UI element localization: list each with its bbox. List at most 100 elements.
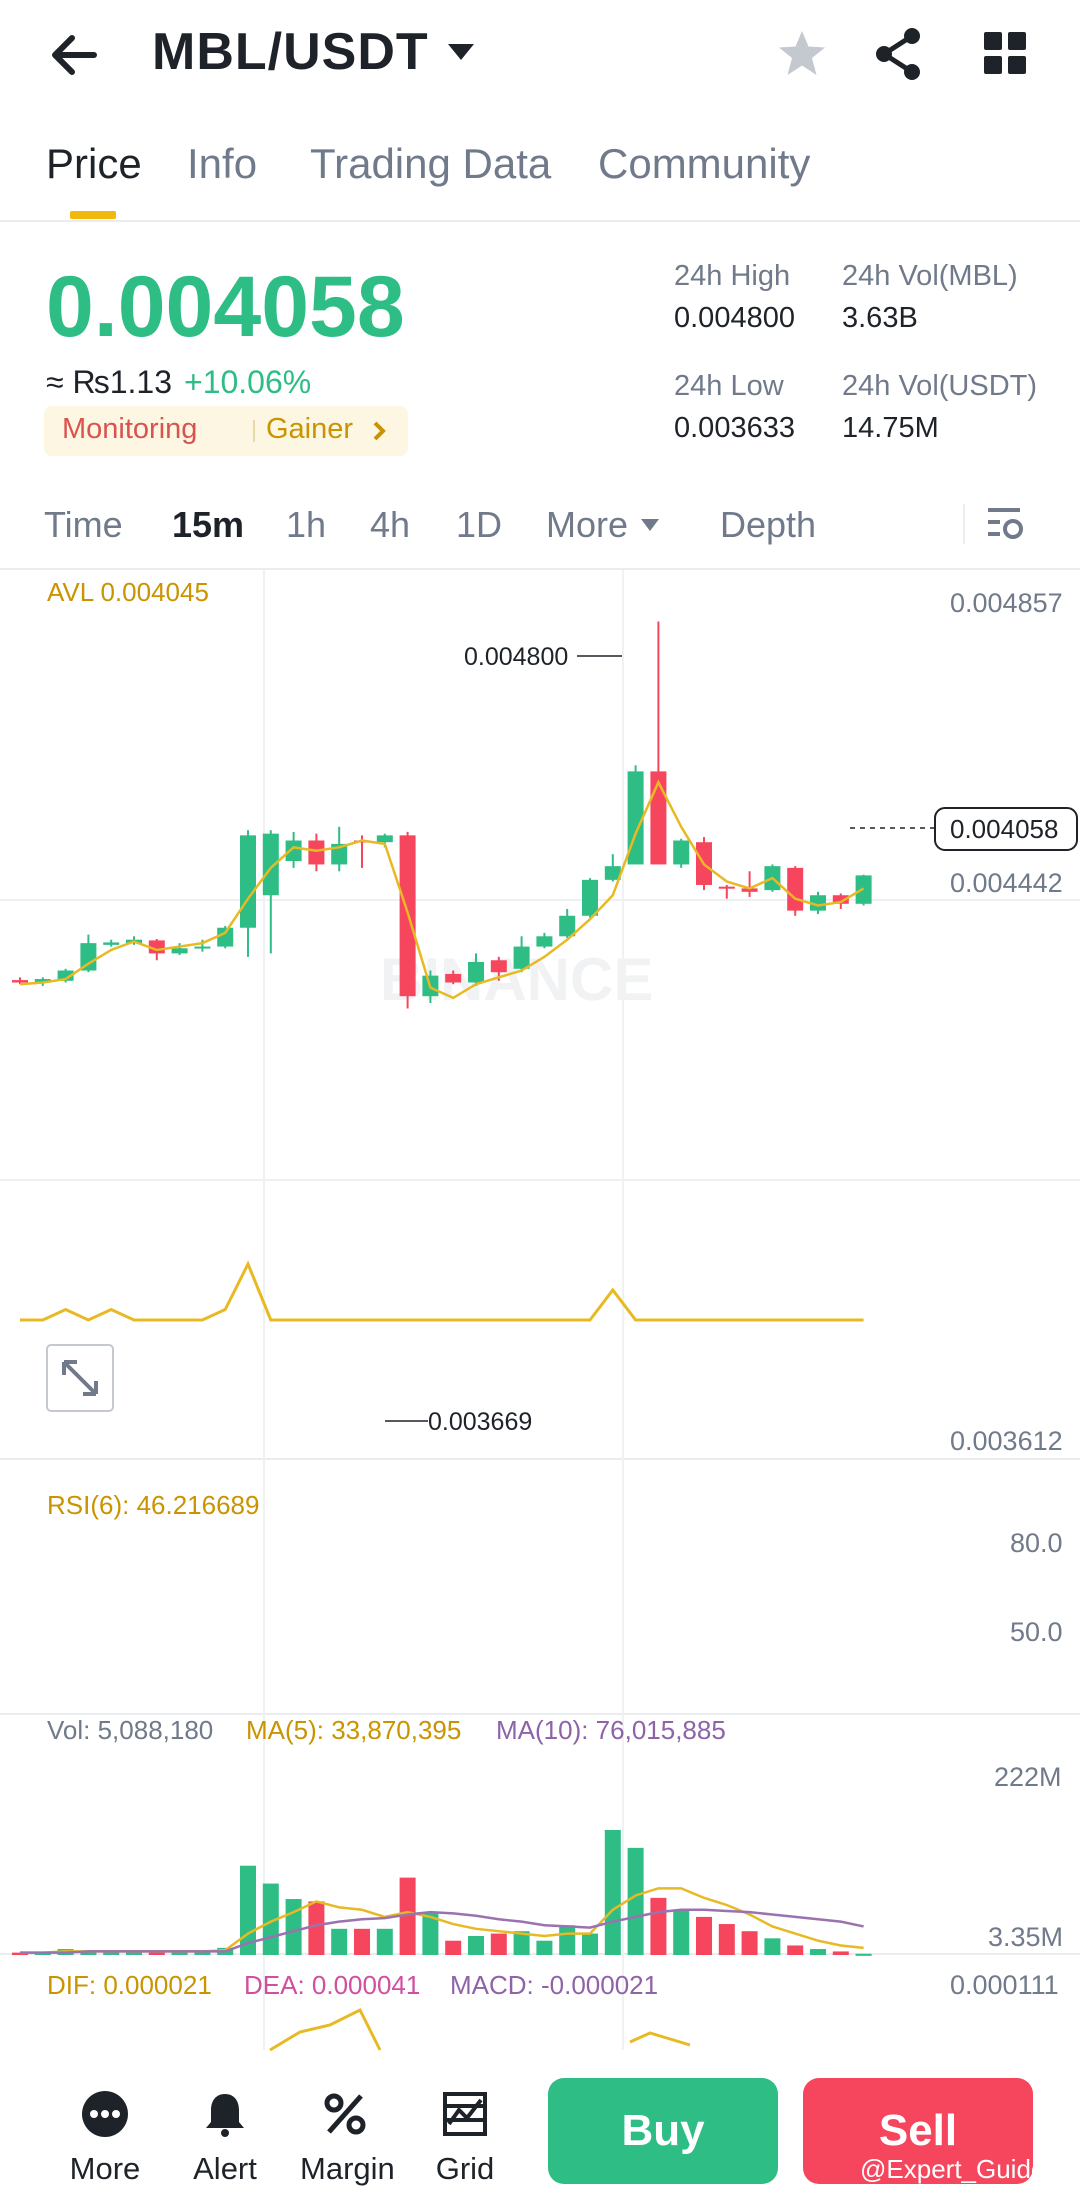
buy-button[interactable]: Buy xyxy=(548,2078,778,2184)
bottom-alert[interactable]: Alert xyxy=(180,2090,270,2187)
tag-monitoring: Monitoring xyxy=(62,413,198,445)
vol-label: Vol: 5,088,180 xyxy=(47,1715,214,1745)
vol-axis-top: 222M xyxy=(994,1762,1062,1792)
bottom-margin[interactable]: Margin xyxy=(300,2090,395,2187)
interval-4h[interactable]: 4h xyxy=(370,504,410,546)
volume-bar xyxy=(354,1928,370,1955)
candle-body xyxy=(376,835,393,843)
candle-body xyxy=(536,936,553,947)
interval-bar: Time 15m 1h 4h 1D More Depth xyxy=(0,500,1080,560)
low-marker: 0.003669 xyxy=(428,1408,532,1436)
kline-chart[interactable]: BINANCE 0.004800 0.003669 0.004058 xyxy=(0,570,1080,2060)
axis-top: 0.004857 xyxy=(950,588,1063,618)
dea-label: DEA: 0.000041 xyxy=(244,1970,421,2000)
candle-body xyxy=(490,960,507,973)
vol-quote-value: 14.75M xyxy=(842,412,939,444)
axis-mid: 0.004442 xyxy=(950,868,1063,898)
back-arrow-icon[interactable] xyxy=(48,30,104,80)
dropdown-caret-icon[interactable] xyxy=(446,42,476,62)
interval-depth[interactable]: Depth xyxy=(720,504,816,546)
rsi-axis-80: 80.0 xyxy=(1010,1528,1063,1558)
bottom-margin-label: Margin xyxy=(300,2151,395,2186)
volume-bar xyxy=(764,1938,781,1955)
candle-body xyxy=(468,961,484,983)
rsi-axis-50: 50.0 xyxy=(1010,1617,1063,1647)
interval-1d[interactable]: 1D xyxy=(456,504,502,546)
bottom-more[interactable]: More xyxy=(60,2090,150,2187)
page-tabs: Price Info Trading Data Community xyxy=(0,140,1080,220)
active-tab-indicator xyxy=(70,211,116,219)
volume-bar xyxy=(855,1953,872,1956)
macd-dif-line xyxy=(269,2007,382,2052)
bottom-more-label: More xyxy=(69,2151,141,2186)
divider xyxy=(963,504,965,544)
volume-bar xyxy=(331,1928,348,1955)
bottom-alert-label: Alert xyxy=(193,2151,257,2186)
grid-menu-icon[interactable] xyxy=(982,30,1028,76)
candle-body xyxy=(582,879,598,916)
candle-body xyxy=(445,973,462,983)
volume-bar xyxy=(308,1901,325,1955)
volume-bar xyxy=(673,1909,690,1955)
avl-label: AVL 0.004045 xyxy=(47,577,209,607)
volume-bar xyxy=(582,1933,598,1955)
high-label: 24h High xyxy=(674,260,791,292)
more-dots-icon xyxy=(82,2091,128,2137)
high-marker: 0.004800 xyxy=(464,643,568,671)
tab-info[interactable]: Info xyxy=(187,140,257,188)
tag-bar[interactable]: Monitoring Gainer xyxy=(44,406,408,456)
star-icon[interactable] xyxy=(776,28,828,80)
candle-body xyxy=(194,946,211,949)
volume-bar xyxy=(741,1931,758,1955)
grid-bot-icon xyxy=(443,2092,487,2136)
dif-label: DIF: 0.000021 xyxy=(47,1970,212,2000)
bottom-grid[interactable]: Grid xyxy=(420,2090,510,2187)
volume-bar xyxy=(376,1928,393,1955)
tag-divider xyxy=(253,420,255,442)
chart-settings-icon[interactable] xyxy=(986,504,1026,544)
low-value: 0.003633 xyxy=(674,412,795,444)
volume-bars-layer xyxy=(12,1830,872,1956)
candle-body xyxy=(12,980,28,983)
interval-1h[interactable]: 1h xyxy=(286,504,326,546)
watermark-user: @Expert_Guide xyxy=(860,2154,1046,2184)
pair-title[interactable]: MBL/USDT xyxy=(152,22,429,82)
fiat-price: ≈ ₨1.13 xyxy=(46,364,172,400)
tab-price[interactable]: Price xyxy=(46,140,142,188)
candle-body xyxy=(787,867,804,911)
candle-body xyxy=(103,942,120,945)
candle-body xyxy=(673,840,690,865)
volume-bar xyxy=(787,1945,804,1955)
interval-more[interactable]: More xyxy=(546,504,628,546)
high-value: 0.004800 xyxy=(674,302,795,334)
volume-bar xyxy=(627,1847,644,1955)
vol-base-value: 3.63B xyxy=(842,302,918,334)
volume-bar xyxy=(490,1933,507,1955)
tab-community[interactable]: Community xyxy=(598,140,810,188)
volume-bar xyxy=(468,1935,484,1955)
candle-body xyxy=(513,946,530,969)
interval-15m[interactable]: 15m xyxy=(172,504,244,546)
candle-body xyxy=(171,948,188,954)
volume-bar xyxy=(559,1925,576,1955)
interval-time[interactable]: Time xyxy=(44,504,123,546)
volume-bar xyxy=(810,1949,826,1955)
vol-base-label: 24h Vol(MBL) xyxy=(842,260,1018,292)
share-icon[interactable] xyxy=(872,26,924,82)
divider xyxy=(0,220,1080,222)
bell-icon xyxy=(206,2094,244,2137)
top-bar: MBL/USDT xyxy=(0,0,1080,110)
volume-bar xyxy=(445,1940,462,1955)
tab-trading-data[interactable]: Trading Data xyxy=(310,140,551,188)
vol-ma10-label: MA(10): 76,015,885 xyxy=(496,1715,726,1745)
rsi-label: RSI(6): 46.216689 xyxy=(47,1490,260,1520)
more-caret-icon xyxy=(641,519,659,531)
volume-bar xyxy=(718,1924,735,1955)
candle-body xyxy=(217,927,234,947)
candle-body xyxy=(308,840,325,865)
rsi-line xyxy=(20,1260,864,1322)
percent-icon xyxy=(324,2093,366,2135)
last-price: 0.004058 xyxy=(46,259,405,355)
macd-label: MACD: -0.000021 xyxy=(450,1970,659,2000)
volume-bar xyxy=(285,1899,302,1955)
